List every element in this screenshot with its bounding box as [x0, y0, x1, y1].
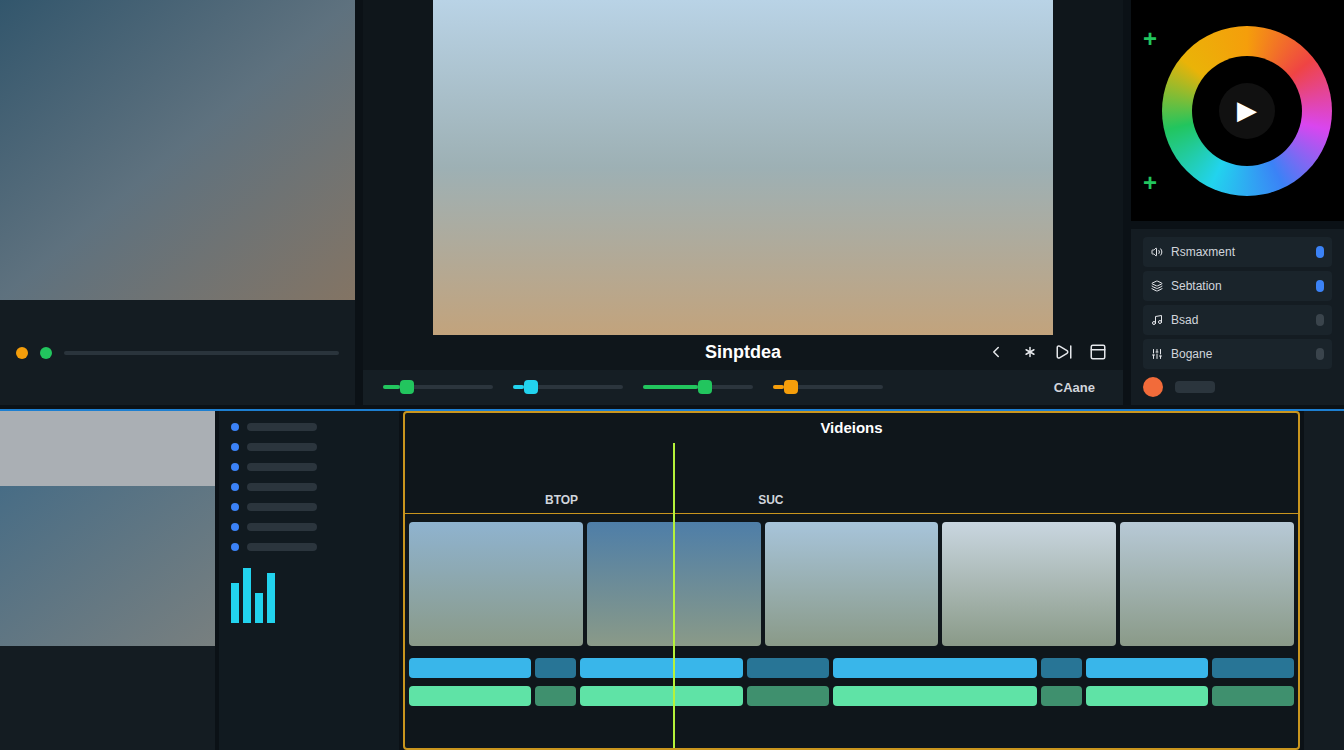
audio-track[interactable]: [405, 654, 1298, 682]
clip[interactable]: [409, 522, 583, 646]
side-strip: [1304, 411, 1344, 750]
clip[interactable]: [942, 522, 1116, 646]
marker-dot: [16, 347, 28, 359]
viewer-controls: CAane: [363, 370, 1123, 406]
inspector-panel: + + ▶ Rsmaxment Sebtation Bsad Bogane: [1131, 0, 1344, 405]
toggle[interactable]: [1316, 348, 1324, 360]
setting-icon: [1151, 280, 1163, 292]
audio-track[interactable]: [405, 682, 1298, 710]
mark: +: [1143, 165, 1157, 201]
source-controls: [0, 300, 355, 405]
control-slider[interactable]: [773, 385, 883, 389]
video-editor: Sinptdea CAane + + ▶ Rsmaxment Sebtation Bsad Bo…: [0, 0, 1344, 750]
effect-icon[interactable]: [1021, 343, 1039, 361]
timeline: Videions BTOPSUC: [403, 411, 1300, 750]
top-area: Sinptdea CAane + + ▶ Rsmaxment Sebtation Bsad Bo…: [0, 0, 1344, 405]
setting-icon: [1151, 348, 1163, 360]
viewer-frame: [433, 0, 1053, 335]
viewer-panel: Sinptdea CAane: [363, 0, 1123, 405]
ruler: BTOPSUC: [405, 444, 1298, 514]
skip-icon[interactable]: [1055, 343, 1073, 361]
timeline-title: Videions: [820, 417, 882, 440]
color-wheel[interactable]: ▶: [1162, 26, 1332, 196]
bottom-area: Videions BTOPSUC: [0, 409, 1344, 750]
record-button[interactable]: [1143, 377, 1163, 397]
source-preview: [0, 0, 355, 300]
color-panel: + + ▶: [1131, 0, 1344, 221]
clip[interactable]: [1120, 522, 1294, 646]
viewer-title-row: Sinptdea: [363, 335, 1123, 370]
toggle[interactable]: [1316, 314, 1324, 326]
control-slider[interactable]: [643, 385, 753, 389]
control-slider[interactable]: [513, 385, 623, 389]
control-slider[interactable]: [383, 385, 493, 389]
inspector-item[interactable]: Bogane: [1143, 339, 1332, 369]
toggle[interactable]: [1316, 280, 1324, 292]
tools-panel: [219, 411, 399, 750]
mark: +: [1143, 21, 1157, 57]
viewer-title: Sinptdea: [705, 339, 781, 366]
inspector-item[interactable]: Rsmaxment: [1143, 237, 1332, 267]
inspector-list: Rsmaxment Sebtation Bsad Bogane: [1131, 229, 1344, 405]
setting-icon: [1151, 246, 1163, 258]
bin-preview: [0, 486, 215, 646]
viewer-action[interactable]: CAane: [1046, 378, 1103, 398]
playhead[interactable]: [673, 443, 675, 748]
inspector-item[interactable]: Bsad: [1143, 305, 1332, 335]
bin-panel: [0, 411, 215, 750]
toggle[interactable]: [1316, 246, 1324, 258]
marker-dot: [40, 347, 52, 359]
inspector-item[interactable]: Sebtation: [1143, 271, 1332, 301]
source-scrubber[interactable]: [64, 351, 339, 355]
clip-row: [405, 514, 1298, 654]
play-button[interactable]: ▶: [1237, 91, 1257, 130]
panel-icon[interactable]: [1089, 343, 1107, 361]
setting-icon: [1151, 314, 1163, 326]
clip[interactable]: [765, 522, 939, 646]
back-icon[interactable]: [987, 343, 1005, 361]
source-panel: [0, 0, 355, 405]
